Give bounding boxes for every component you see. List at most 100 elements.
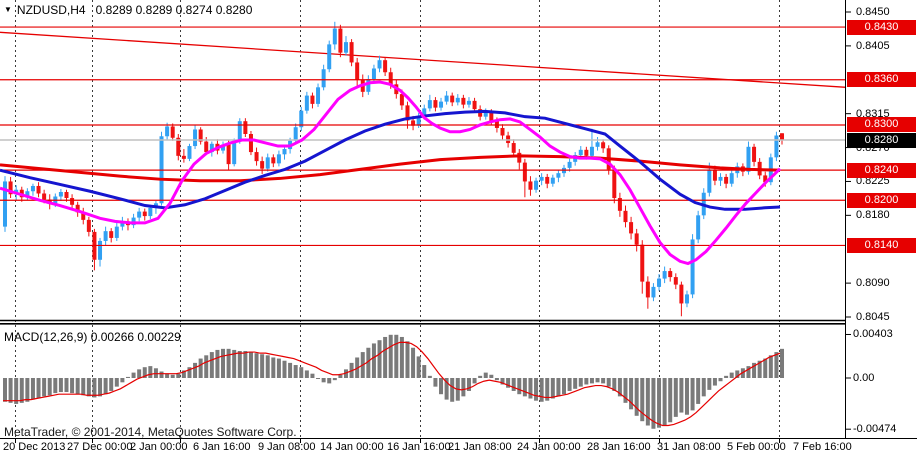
macd-histogram-bar: [204, 355, 208, 378]
candle-body: [238, 121, 242, 141]
candle-body: [450, 96, 454, 103]
candle-body: [400, 94, 404, 105]
candle-body: [232, 141, 236, 164]
macd-histogram-bar: [663, 378, 667, 426]
candle-body: [517, 153, 521, 163]
candle-body: [657, 279, 661, 287]
macd-histogram-bar: [601, 378, 605, 383]
macd-histogram-bar: [59, 378, 63, 392]
macd-histogram-bar: [702, 378, 706, 396]
macd-histogram-bar: [3, 378, 7, 402]
candle-body: [551, 178, 555, 184]
macd-histogram-bar: [87, 378, 91, 396]
macd-histogram-bar: [422, 365, 426, 378]
mt4-chart-window: ▼NZDUSD,H40.8289 0.8289 0.8274 0.8280 MA…: [0, 0, 917, 456]
chart-plot-area[interactable]: [0, 0, 917, 456]
candle-body: [366, 79, 370, 92]
chart-ohlc-values: 0.8289 0.8289 0.8274 0.8280: [96, 3, 253, 17]
time-axis-label: 16 Jan 16:00: [387, 441, 451, 453]
macd-histogram-bar: [322, 378, 326, 382]
candle-body: [679, 285, 683, 304]
macd-histogram-bar: [590, 378, 594, 383]
candle-body: [623, 211, 627, 222]
candle-body: [433, 100, 437, 108]
price-level-badge: 0.8300: [847, 117, 916, 132]
macd-histogram-bar: [383, 337, 387, 378]
macd-histogram-bar: [668, 378, 672, 422]
macd-histogram-bar: [9, 378, 13, 403]
candle-body: [540, 177, 544, 181]
candle-body: [143, 212, 147, 217]
candle-body: [243, 121, 247, 134]
macd-histogram-bar: [132, 373, 136, 378]
candle-body: [713, 169, 717, 180]
candle-body: [473, 101, 477, 109]
macd-histogram-bar: [283, 361, 287, 378]
macd-histogram-bar: [372, 343, 376, 378]
macd-histogram-bar: [523, 378, 527, 396]
macd-histogram-bar: [730, 373, 734, 378]
candle-body: [696, 215, 700, 239]
price-axis-label: 0.8090: [856, 276, 890, 290]
macd-histogram-bar: [489, 375, 493, 378]
time-axis-label: 28 Jan 16:00: [587, 441, 651, 453]
macd-histogram-bar: [42, 378, 46, 396]
candle-body: [148, 208, 152, 216]
candle-body: [501, 128, 505, 136]
candle-body: [389, 72, 393, 84]
macd-histogram-bar: [607, 378, 611, 387]
candle-body: [204, 142, 208, 153]
macd-histogram-bar: [696, 378, 700, 404]
candle-body: [780, 133, 784, 140]
candle-body: [70, 198, 74, 205]
macd-histogram-bar: [428, 376, 432, 378]
macd-histogram-bar: [707, 378, 711, 390]
macd-histogram-bar: [679, 378, 683, 413]
macd-histogram-bar: [540, 378, 544, 402]
time-axis-label: 20 Dec 2013: [3, 441, 65, 453]
candle-body: [428, 100, 432, 108]
macd-histogram-bar: [20, 378, 24, 403]
macd-histogram-bar: [596, 378, 600, 382]
candle-body: [283, 149, 287, 154]
macd-histogram-bar: [249, 352, 253, 378]
macd-histogram-bar: [238, 351, 242, 378]
macd-histogram-bar: [243, 351, 247, 378]
macd-histogram-bar: [568, 378, 572, 391]
macd-histogram-bar: [674, 378, 678, 417]
macd-histogram-bar: [657, 378, 661, 428]
macd-histogram-bar: [719, 378, 723, 381]
macd-histogram-bar: [417, 356, 421, 378]
candle-body: [528, 181, 532, 189]
candle-body: [165, 126, 169, 136]
candle-body: [115, 227, 119, 238]
macd-histogram-bar: [411, 348, 415, 378]
candle-body: [663, 271, 667, 279]
descending-trendline[interactable]: [0, 32, 846, 87]
candle-body: [724, 177, 728, 184]
ma-red-slow-line: [0, 156, 780, 181]
macd-histogram-bar: [288, 363, 292, 378]
candle-body: [104, 231, 108, 241]
symbol-dropdown-icon[interactable]: ▼: [4, 5, 12, 14]
macd-histogram-bar: [126, 377, 130, 378]
candle-body: [305, 96, 309, 111]
candle-body: [752, 147, 756, 162]
candle-body: [372, 68, 376, 79]
macd-histogram-bar: [484, 373, 488, 378]
candle-body: [109, 231, 113, 238]
candle-body: [579, 150, 583, 155]
macd-histogram-bar: [260, 354, 264, 378]
candle-body: [640, 245, 644, 282]
candle-body: [691, 239, 695, 294]
candle-body: [635, 233, 639, 244]
candle-body: [596, 142, 600, 147]
macd-histogram-bar: [439, 378, 443, 394]
macd-axis-label: 0.00: [853, 371, 874, 385]
macd-histogram-bar: [562, 378, 566, 394]
candle-body: [378, 60, 382, 68]
candle-body: [333, 29, 337, 45]
macd-histogram-bar: [171, 375, 175, 378]
candle-body: [271, 157, 275, 163]
candle-body: [590, 147, 594, 156]
